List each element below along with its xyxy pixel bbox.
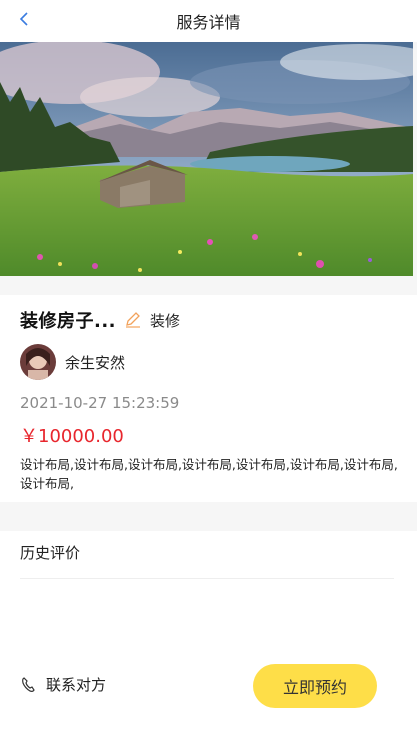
back-button[interactable] [12,9,36,33]
pencil-icon [124,311,142,329]
service-description: 设计布局,设计布局,设计布局,设计布局,设计布局,设计布局,设计布局,设计布局, [20,457,398,491]
chevron-left-icon [19,11,29,31]
avatar [20,344,56,380]
contact-button[interactable]: 联系对方 [20,674,106,695]
service-info-card: 装修房子... 装修 余生安然 2021-10-27 15:23:59 ￥100… [0,295,417,502]
publish-time: 2021-10-27 15:23:59 [20,394,180,412]
service-category-tag: 装修 [150,311,181,330]
book-now-button[interactable]: 立即预约 [253,664,377,708]
service-title: 装修房子... [20,311,117,332]
phone-icon [20,676,38,694]
contact-label: 联系对方 [46,676,107,694]
top-nav-bar: 服务详情 [0,0,417,42]
provider-row[interactable]: 余生安然 [20,344,125,380]
review-section-title: 历史评价 [20,544,81,562]
divider [20,578,394,579]
service-price: ￥10000.00 [20,426,124,447]
page-title: 服务详情 [176,13,241,32]
provider-name: 余生安然 [65,353,126,372]
service-banner-image [0,42,413,276]
